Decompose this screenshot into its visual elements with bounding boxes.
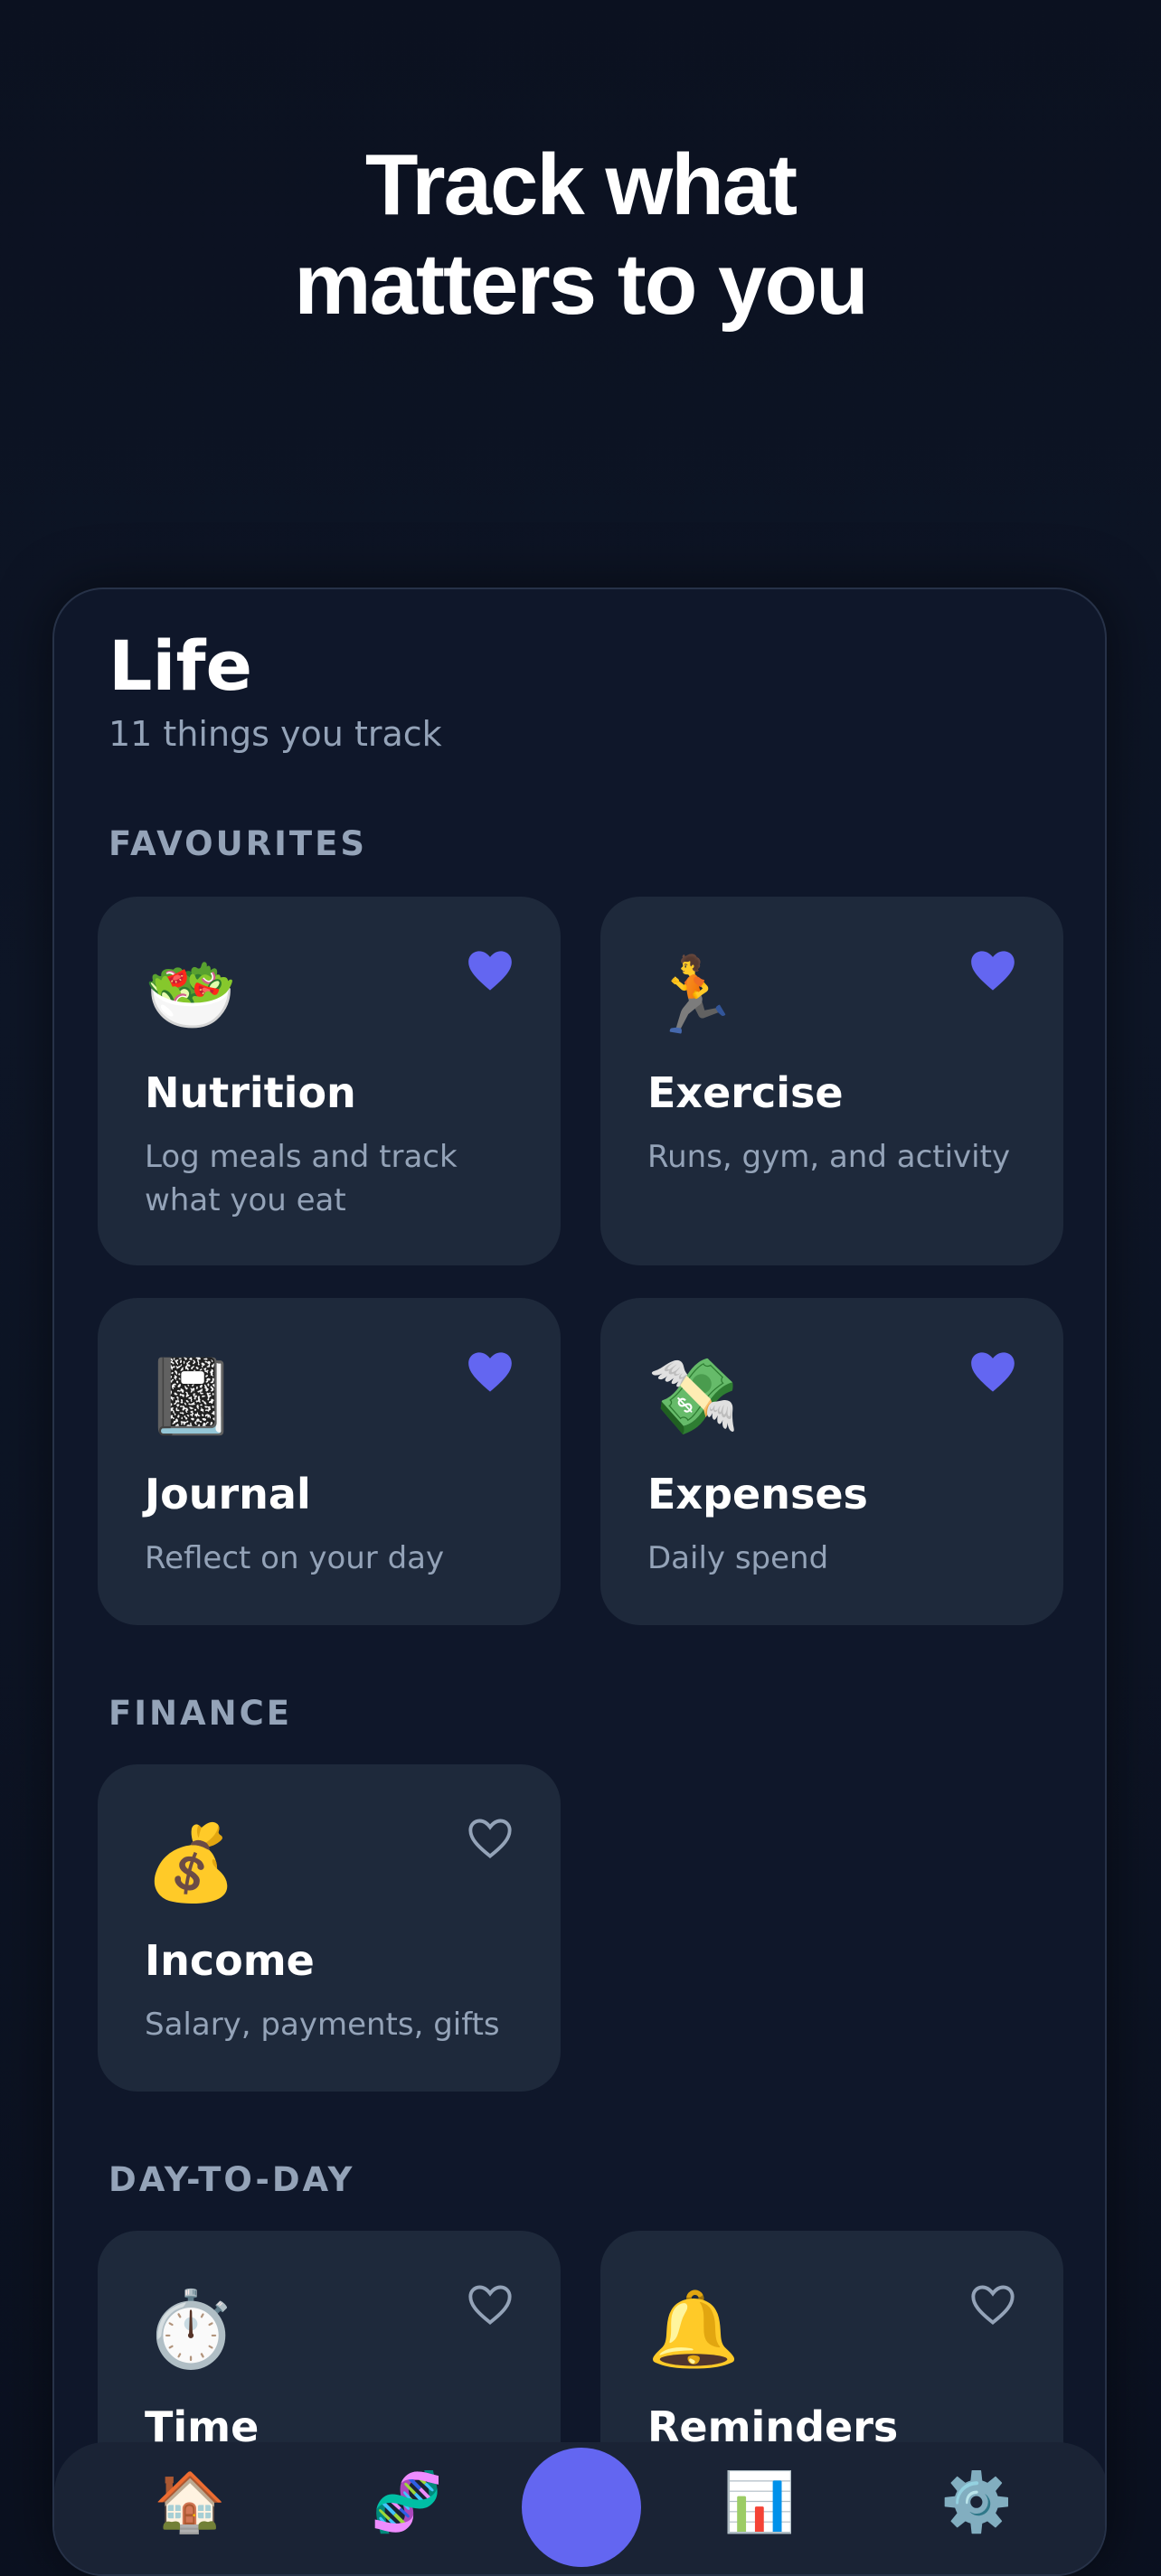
bell-icon: 🔔 xyxy=(647,2289,741,2371)
section-label-day-to-day: DAY-TO-DAY xyxy=(109,2160,355,2199)
section-label-favourites: FAVOURITES xyxy=(109,824,368,863)
stopwatch-icon: ⏱️ xyxy=(145,2289,238,2371)
phone-screen: Life 11 things you track FAVOURITES 🥗 Nu… xyxy=(52,588,1107,2576)
page-subtitle: 11 things you track xyxy=(109,714,442,754)
heart-filled-icon[interactable] xyxy=(969,1350,1016,1394)
notebook-icon: 📓 xyxy=(145,1356,238,1438)
card-name: Nutrition xyxy=(145,1068,356,1117)
heart-filled-icon[interactable] xyxy=(969,949,1016,992)
card-nutrition[interactable]: 🥗 Nutrition Log meals and track what you… xyxy=(98,897,561,1265)
card-name: Income xyxy=(145,1936,315,1985)
tab-bar: 🏠 🧬 📊 ⚙️ xyxy=(54,2442,1105,2574)
settings-icon[interactable]: ⚙️ xyxy=(940,2466,1013,2538)
card-description: Salary, payments, gifts xyxy=(145,2007,500,2043)
card-description: Reflect on your day xyxy=(145,1540,445,1576)
hero-line-2: matters to you xyxy=(294,236,868,333)
card-income[interactable]: 💰 Income Salary, payments, gifts xyxy=(98,1764,561,2092)
card-description: Log meals and track what you eat xyxy=(145,1139,458,1218)
heart-outline-icon[interactable] xyxy=(969,2283,1016,2327)
hero-title: Track what matters to you xyxy=(0,136,1161,334)
heart-outline-icon[interactable] xyxy=(467,1817,514,1860)
runner-icon: 🏃 xyxy=(647,954,741,1037)
card-description: Daily spend xyxy=(647,1540,829,1576)
heart-filled-icon[interactable] xyxy=(467,949,514,992)
home-icon[interactable]: 🏠 xyxy=(154,2466,226,2538)
heart-filled-icon[interactable] xyxy=(467,1350,514,1394)
card-name: Expenses xyxy=(647,1470,868,1518)
card-name: Journal xyxy=(145,1470,311,1518)
stats-icon[interactable]: 📊 xyxy=(723,2466,796,2538)
section-label-finance: FINANCE xyxy=(109,1694,293,1733)
salad-icon: 🥗 xyxy=(145,954,238,1037)
money-with-wings-icon: 💸 xyxy=(647,1356,741,1438)
heart-outline-icon[interactable] xyxy=(467,2283,514,2327)
money-bag-icon: 💰 xyxy=(145,1822,238,1904)
card-expenses[interactable]: 💸 Expenses Daily spend xyxy=(600,1298,1063,1625)
hero-line-1: Track what xyxy=(364,136,798,233)
card-exercise[interactable]: 🏃 Exercise Runs, gym, and activity xyxy=(600,897,1063,1265)
card-description: Runs, gym, and activity xyxy=(647,1139,1011,1175)
card-name: Exercise xyxy=(647,1068,844,1117)
add-button[interactable] xyxy=(522,2448,641,2567)
card-journal[interactable]: 📓 Journal Reflect on your day xyxy=(98,1298,561,1625)
explore-icon[interactable]: 🧬 xyxy=(371,2466,443,2538)
page-title: Life xyxy=(109,625,253,706)
